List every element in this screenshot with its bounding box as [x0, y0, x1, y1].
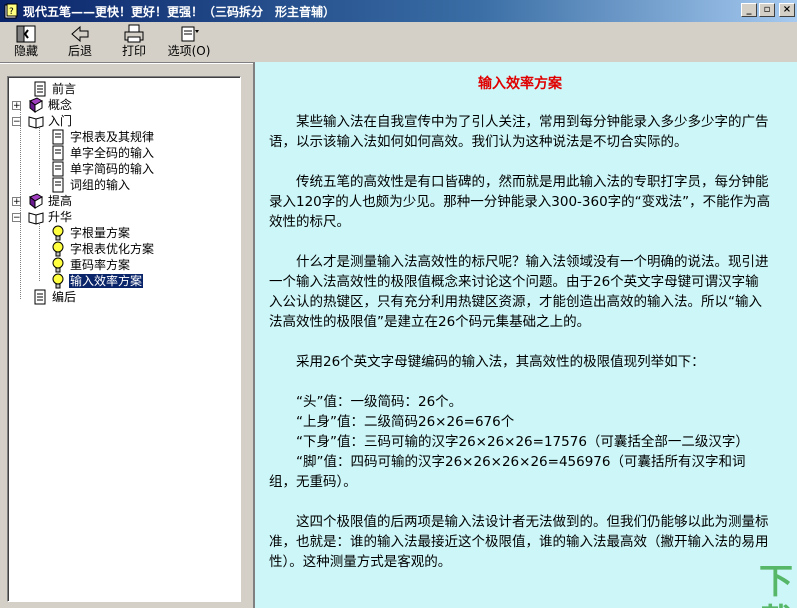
page-icon [52, 145, 64, 161]
tree-item-intro-3[interactable]: 单字简码的输入 [50, 161, 155, 177]
tree-label: 升华 [48, 210, 73, 224]
tree-label: 字根量方案 [70, 226, 131, 240]
lightbulb-icon [52, 257, 64, 273]
tree-label: 字根表优化方案 [70, 242, 155, 256]
lightbulb-icon [52, 241, 64, 257]
hide-button[interactable]: 隐藏 [10, 24, 42, 60]
hide-pane-icon [16, 25, 36, 43]
minimize-button[interactable]: _ [741, 3, 757, 17]
print-label: 打印 [121, 44, 146, 58]
page-icon [52, 161, 64, 177]
tree-item-intro-2[interactable]: 单字全码的输入 [50, 145, 155, 161]
tree-label: 字根表及其规律 [70, 130, 155, 144]
tree-item-preface[interactable]: 前言 [32, 81, 77, 97]
topic-heading: 输入效率方案 [478, 76, 562, 92]
lightbulb-icon [52, 225, 64, 241]
page-icon [52, 129, 64, 145]
help-book-icon: ? [4, 3, 18, 19]
tree-label: 入门 [48, 114, 73, 128]
print-button[interactable]: 打印 [118, 24, 150, 60]
topic-document: 输入效率方案 某些输入法在自我宣传中为了引人关注，常用到每分钟能录入多少多少字的… [269, 74, 771, 592]
limit-value-line: “下身”值：三码可输的汉字26×26×26=17576（可囊括全部一二级汉字） [296, 434, 749, 450]
window-title: 现代五笔——更快！更好！更强！（三码拆分 形主音辅） [23, 4, 336, 19]
collapse-minus-icon[interactable]: − [12, 117, 21, 127]
limit-value-line: “脚”值：四码可输的汉字26×26×26×26=456976（可囊括所有汉字和词… [269, 454, 746, 490]
paragraph: 传统五笔的高效性是有口皆碑的，然而就是用此输入法的专职打字员，每分钟能录入120… [269, 174, 771, 230]
limit-value-line: “上身”值：二级简码26×26=676个 [296, 414, 515, 430]
watermark: 下载吧 [759, 562, 793, 608]
paragraph: 某些输入法在自我宣传中为了引人关注，常用到每分钟能录入多少多少字的广告语，以示该… [269, 114, 769, 150]
tree-label: 重码率方案 [70, 258, 131, 272]
svg-text:?: ? [9, 7, 14, 17]
tree-label: 编后 [52, 290, 77, 304]
tree-label-selected: 输入效率方案 [67, 273, 145, 289]
printer-icon [124, 24, 144, 43]
page-icon [34, 289, 46, 305]
open-book-icon [28, 212, 44, 225]
tree-label: 提高 [48, 194, 73, 208]
tree-item-advance-3[interactable]: 重码率方案 [50, 257, 131, 273]
closed-book-icon [29, 97, 43, 113]
options-label: 选项(O) [167, 44, 211, 58]
tree-item-intro[interactable]: 入门 [28, 113, 73, 129]
back-button[interactable]: 后退 [64, 24, 96, 60]
closed-book-icon [29, 193, 43, 209]
limit-values-list: “头”值：一级简码：26个。 “上身”值：二级简码26×26=676个 “下身”… [269, 392, 771, 492]
tree-item-improve[interactable]: 提高 [28, 193, 73, 209]
lightbulb-icon [52, 273, 64, 289]
tree-item-advance-2[interactable]: 字根表优化方案 [50, 241, 155, 257]
close-button[interactable]: × [779, 3, 795, 17]
paragraph: 什么才是测量输入法高效性的标尺呢？输入法领域没有一个明确的说法。现引进一个输入法… [269, 254, 769, 330]
expand-plus-icon[interactable]: + [12, 101, 21, 111]
paragraph: 采用26个英文字母键编码的输入法，其高效性的极限值现列举如下： [296, 354, 705, 370]
limit-value-line: “头”值：一级简码：26个。 [296, 394, 463, 410]
tree-label: 单字简码的输入 [70, 162, 155, 176]
tree-label: 词组的输入 [70, 178, 131, 192]
open-book-icon [28, 116, 44, 129]
tree-item-advance-1[interactable]: 字根量方案 [50, 225, 131, 241]
options-icon [181, 26, 199, 42]
tree-item-advance-4[interactable]: 输入效率方案 [50, 273, 145, 289]
topic-content-pane[interactable]: 输入效率方案 某些输入法在自我宣传中为了引人关注，常用到每分钟能录入多少多少字的… [253, 62, 797, 608]
back-label: 后退 [67, 44, 92, 58]
page-icon [52, 177, 64, 193]
tree-item-intro-1[interactable]: 字根表及其规律 [50, 129, 155, 145]
contents-tree: 前言 + 概念 − 入门 字根表及其规律 单字全码的输入 单字简码的输入 词组的… [7, 76, 241, 602]
tree-item-advance[interactable]: 升华 [28, 209, 73, 225]
tree-item-concept[interactable]: 概念 [28, 97, 73, 113]
paragraph: 这四个极限值的后两项是输入法设计者无法做到的。但我们仍能够以此为测量标准，也就是… [269, 514, 769, 570]
tree-label: 前言 [52, 82, 77, 96]
expand-plus-icon[interactable]: + [12, 197, 21, 207]
back-arrow-icon [71, 25, 89, 43]
tree-line [39, 221, 40, 281]
tree-label: 概念 [48, 98, 73, 112]
page-icon [34, 81, 46, 97]
restore-button[interactable]: ▫ [759, 3, 775, 17]
collapse-minus-icon[interactable]: − [12, 213, 21, 223]
tree-label: 单字全码的输入 [70, 146, 155, 160]
hide-label: 隐藏 [13, 44, 38, 58]
title-bar: ? 现代五笔——更快！更好！更强！（三码拆分 形主音辅） _ ▫ × [0, 0, 797, 22]
tree-item-intro-4[interactable]: 词组的输入 [50, 177, 131, 193]
toolbar: 隐藏 后退 打印 选项(O) [0, 22, 797, 63]
tree-item-afterword[interactable]: 编后 [32, 289, 77, 305]
options-button[interactable]: 选项(O) [166, 24, 212, 60]
tree-line [39, 125, 40, 185]
